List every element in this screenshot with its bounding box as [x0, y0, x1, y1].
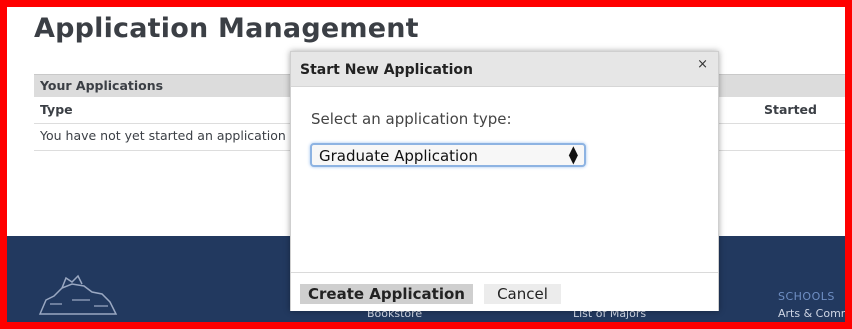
application-type-label: Select an application type:: [311, 110, 512, 128]
footer-link-arts[interactable]: Arts & Comm: [778, 307, 845, 320]
footer-schools-heading: SCHOOLS: [778, 290, 835, 303]
empty-message: You have not yet started an application: [40, 128, 286, 143]
cancel-button[interactable]: Cancel: [484, 284, 561, 304]
dialog-header: Start New Application ×: [291, 52, 718, 87]
column-type: Type: [40, 102, 73, 117]
selected-application-type: Graduate Application: [319, 147, 478, 165]
dialog-title: Start New Application: [300, 62, 474, 78]
updown-arrows-icon: ▲ ▼: [568, 143, 578, 166]
start-application-dialog: Start New Application × Select an applic…: [290, 51, 719, 311]
dialog-footer: Create Application Cancel: [291, 272, 718, 311]
column-started: Started: [764, 102, 817, 117]
lion-crest-logo: [38, 274, 118, 315]
table-header-label: Your Applications: [40, 78, 164, 93]
create-application-button[interactable]: Create Application: [300, 284, 473, 304]
close-icon[interactable]: ×: [697, 57, 708, 72]
application-type-select[interactable]: Graduate Application ▲ ▼: [310, 143, 586, 167]
page-title: Application Management: [34, 13, 419, 44]
